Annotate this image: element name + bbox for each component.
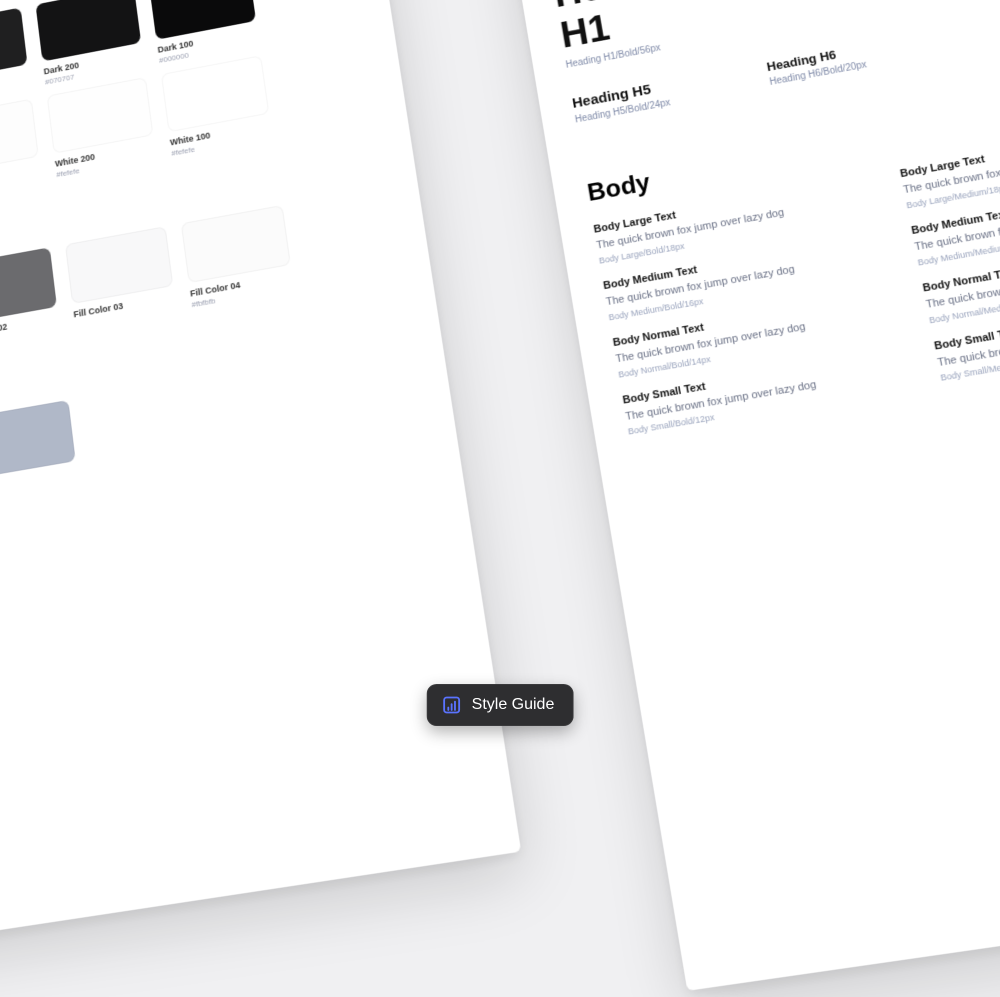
color-swatch: Dark 200 #070707 (35, 0, 144, 87)
dashboard-icon (442, 695, 462, 715)
color-swatch: White 100 #fefefe (161, 55, 273, 157)
style-guide-badge[interactable]: Style Guide (427, 684, 574, 726)
style-guide-sheet-typography: Heading Heading H1 Heading H1/Bold/56px … (510, 0, 1000, 991)
color-swatch: Fill Color 02 #E1DCE (0, 247, 60, 350)
heading-section-label: Heading Heading H1 Heading H1/Bold/56px (545, 0, 722, 71)
color-swatch: Dark 300 #0E0B0B (0, 7, 31, 107)
badge-label: Style Guide (472, 696, 555, 714)
color-swatch: White 200 #fefefe (47, 77, 157, 179)
color-swatch: White 300 #fdfdfd (0, 99, 42, 201)
color-swatch: Fill Color 03 (65, 226, 177, 330)
color-swatch: Grey (0, 400, 79, 505)
color-swatch: Dark 100 #000000 (149, 0, 260, 65)
style-guide-sheet-colors: Color 400 Main Color 300 #aeacfd Main Co… (0, 0, 521, 950)
heading-h2-block: Heading H2 Heading H2/Bold/48px (737, 0, 919, 35)
color-swatch: Fill Color 04 #fbfbfb (181, 205, 295, 309)
